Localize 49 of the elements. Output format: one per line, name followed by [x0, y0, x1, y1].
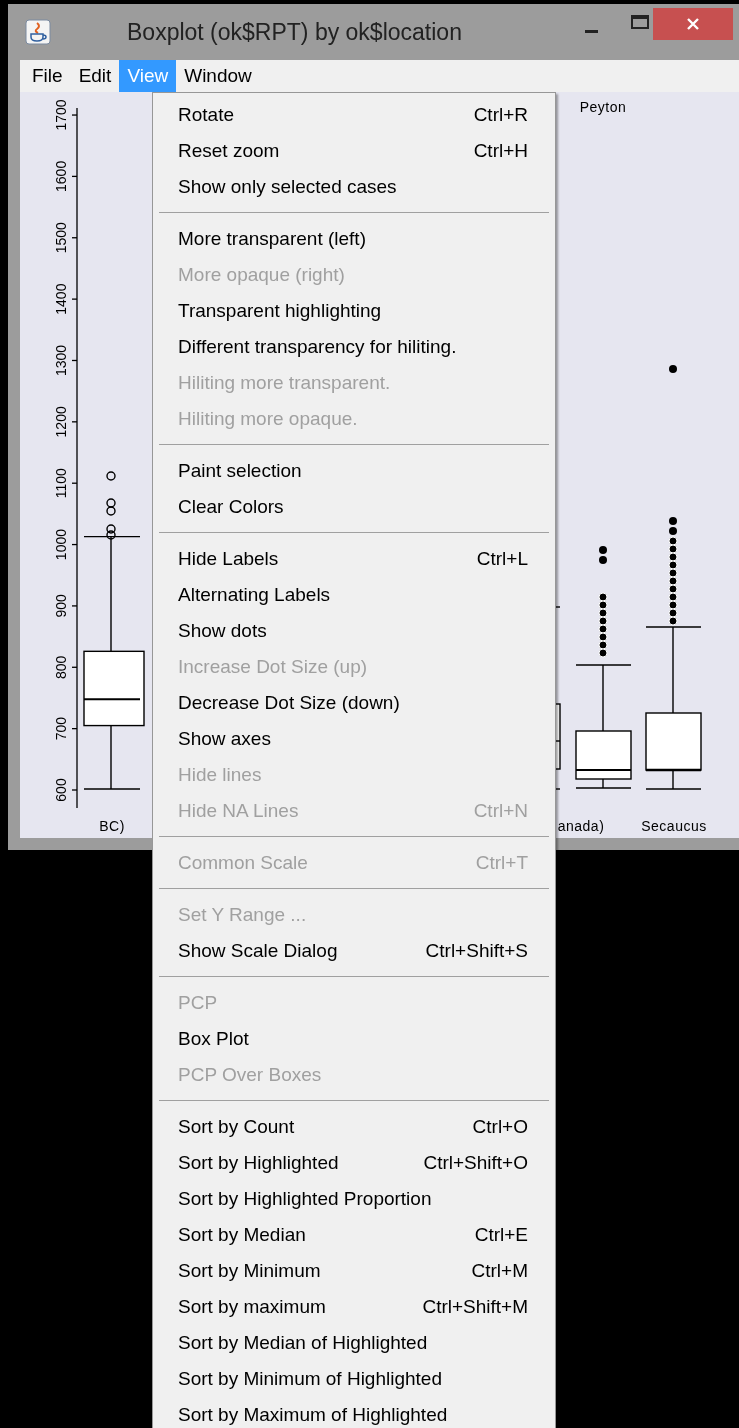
menu-item[interactable]: Hide Labels Ctrl+L — [153, 541, 555, 577]
menu-item[interactable]: Show only selected cases — [153, 169, 555, 205]
cup-icon — [25, 19, 51, 45]
tick-label: 1700 — [53, 99, 69, 131]
menu-item[interactable]: Transparent highlighting — [153, 293, 555, 329]
tick-label: 800 — [53, 655, 69, 679]
menu-item[interactable]: Sort by Maximum of Highlighted — [153, 1397, 555, 1428]
tick-label: 1500 — [53, 222, 69, 254]
tick-label: 1000 — [53, 529, 69, 561]
maximize-button[interactable] — [630, 12, 650, 32]
menu-item[interactable]: Show Scale Dialog Ctrl+Shift+S — [153, 933, 555, 969]
category-label: Secaucus — [641, 818, 707, 834]
menu-item[interactable]: Sort by Median Ctrl+E — [153, 1217, 555, 1253]
menu-item[interactable]: Sort by Highlighted Proportion — [153, 1181, 555, 1217]
outlier-points-drawing — [106, 471, 116, 540]
window-title: Boxplot (ok$RPT) by ok$location — [127, 18, 462, 46]
menu-item[interactable]: Reset zoom Ctrl+H — [153, 133, 555, 169]
menu-item[interactable]: Show dots — [153, 613, 555, 649]
menu-item[interactable]: Rotate Ctrl+R — [153, 97, 555, 133]
menu-item[interactable]: Show axes — [153, 721, 555, 757]
category-label: Peyton — [579, 99, 627, 115]
menu-item[interactable]: Decrease Dot Size (down) — [153, 685, 555, 721]
menu-bar-item[interactable]: Edit — [70, 60, 120, 92]
menu-item[interactable]: Clear Colors — [153, 489, 555, 525]
menu-bar-item[interactable]: Window — [176, 60, 260, 92]
menu-item[interactable]: More transparent (left) — [153, 221, 555, 257]
menu-item[interactable]: Sort by Highlighted Ctrl+Shift+O — [153, 1145, 555, 1181]
tick-label: 1400 — [53, 283, 69, 315]
tick-label: 1600 — [53, 160, 69, 192]
menu-item[interactable]: Alternating Labels — [153, 577, 555, 613]
tick-label: 900 — [53, 594, 69, 618]
menu-item[interactable]: Different transparency for hiliting. — [153, 329, 555, 365]
menu-item[interactable]: Sort by Minimum Ctrl+M — [153, 1253, 555, 1289]
close-icon — [685, 16, 701, 32]
menu-item[interactable]: Sort by maximum Ctrl+Shift+M — [153, 1289, 555, 1325]
category-label: BC) — [99, 818, 125, 834]
tick-label: 1300 — [53, 344, 69, 377]
menu-item[interactable]: Paint selection — [153, 453, 555, 489]
tick-label: 600 — [53, 778, 69, 802]
menu-item[interactable]: Sort by Median of Highlighted — [153, 1325, 555, 1361]
menu-item[interactable]: Sort by Minimum of Highlighted — [153, 1361, 555, 1397]
menu-item[interactable]: Sort by Count Ctrl+O — [153, 1109, 555, 1145]
tick-label: 700 — [53, 716, 69, 741]
menu-bar-item[interactable]: File — [24, 60, 71, 92]
tick-label: 1200 — [53, 406, 69, 438]
menu-item[interactable]: Box Plot — [153, 1021, 555, 1057]
tick-label: 1100 — [53, 468, 69, 499]
category-label: anada) — [557, 818, 605, 834]
close-button[interactable] — [653, 8, 733, 40]
